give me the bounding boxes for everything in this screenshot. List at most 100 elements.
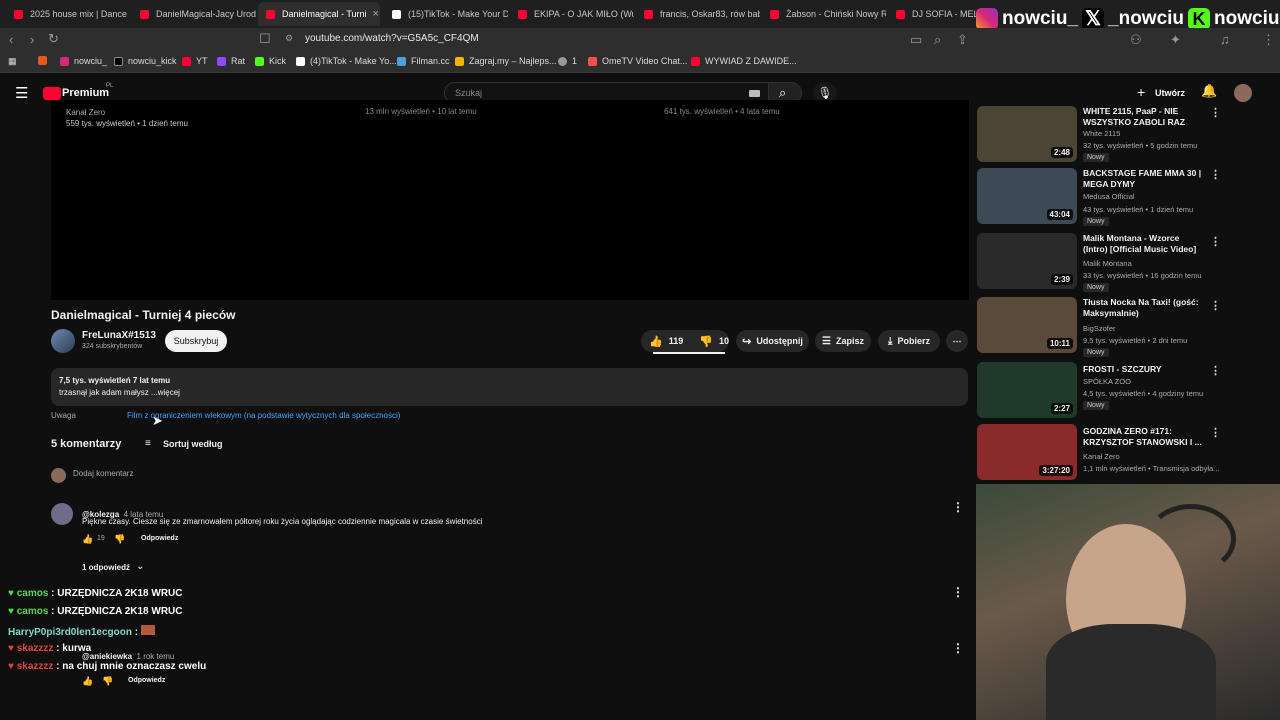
video-thumbnail[interactable]: 2:27 — [977, 362, 1077, 418]
comment-dislike-icon[interactable]: 👎 — [102, 676, 113, 687]
music-icon[interactable]: ♫ — [1220, 32, 1230, 47]
sort-icon[interactable]: ≡ — [145, 438, 151, 449]
bookmark-item[interactable]: Rat — [217, 56, 245, 66]
save-button[interactable]: ☰ Zapisz — [815, 330, 871, 352]
bookmark-item[interactable]: Kick — [255, 56, 286, 66]
recommended-channel[interactable]: White 2115 — [1083, 129, 1120, 138]
notifications-bell-icon[interactable]: 🔔 — [1201, 83, 1217, 99]
apps-icon[interactable]: ▦ — [8, 56, 17, 67]
recommended-video[interactable]: 2:39 Malik Montana - Wzorce (Intro) [Off… — [977, 233, 1277, 295]
puzzle-icon[interactable]: ✦ — [1170, 32, 1181, 48]
dislike-count[interactable]: 10 — [719, 336, 729, 346]
video-thumbnail[interactable]: 10:11 — [977, 297, 1077, 353]
close-tab-icon[interactable]: × — [373, 8, 379, 20]
comment-like-icon[interactable]: 👍 — [82, 534, 93, 545]
browser-tab[interactable]: 2025 house mix | Dance B — [6, 2, 130, 26]
show-replies-button[interactable]: 1 odpowiedź — [82, 563, 130, 572]
recommended-title[interactable]: BACKSTAGE FAME MMA 30 | MEGA DYMY — [1083, 168, 1203, 190]
recommended-video[interactable]: 10:11 Tłusta Nocka Na Taxi! (gość: Maksy… — [977, 297, 1277, 359]
bookmark-item[interactable]: (4)TikTok - Make Yo... — [296, 56, 397, 66]
browser-tab-active[interactable]: Danielmagical - Turni × — [258, 2, 380, 26]
menu-icon[interactable]: ⋮ — [1262, 32, 1275, 48]
browser-tab[interactable]: francis, Oskar83, rów babc — [636, 2, 760, 26]
video-player[interactable]: Kanał Zero 559 tys. wyświetleń • 1 dzień… — [51, 100, 969, 300]
avatar[interactable] — [1234, 84, 1252, 102]
bookmark-item[interactable] — [38, 56, 52, 65]
recommended-title[interactable]: WHITE 2115, PaaP - NIE WSZYSTKO ZABOLI R… — [1083, 106, 1203, 128]
recommended-title[interactable]: Tłusta Nocka Na Taxi! (gość: Maksymalnie… — [1083, 297, 1203, 319]
logo-text[interactable]: Premium — [62, 87, 109, 99]
description-text[interactable]: trzasnął jak adam małysz ...więcej — [59, 388, 180, 397]
recommended-title[interactable]: FROSTI - SZCZURY — [1083, 364, 1203, 375]
dislike-icon[interactable]: 👎 — [699, 335, 713, 348]
add-comment-input[interactable]: Dodaj komentarz — [73, 469, 133, 478]
comment-more-icon[interactable]: ⋮ — [952, 500, 964, 514]
share-button[interactable]: ↪ Udostępnij — [736, 330, 809, 352]
recommended-channel[interactable]: SPÓŁKA ZOO — [1083, 377, 1131, 386]
browser-tab[interactable]: Żabson - Chiński Nowy Ro — [762, 2, 886, 26]
comment-time[interactable]: 1 rok temu — [137, 652, 175, 661]
recommended-channel[interactable]: Kanał Zero — [1083, 452, 1120, 461]
search-input[interactable]: Szukaj — [455, 88, 482, 98]
url-field[interactable]: youtube.com/watch?v=G5A5c_CF4QM — [305, 33, 479, 47]
more-actions-button[interactable]: ⋯ — [946, 330, 968, 352]
video-thumbnail[interactable]: 2:39 — [977, 233, 1077, 289]
bookmark-item[interactable]: Zagraj.my – Najleps... — [455, 56, 557, 66]
extension-icon[interactable]: ⚇ — [1130, 32, 1142, 48]
like-icon[interactable]: 👍 — [649, 335, 663, 348]
browser-tab[interactable]: (15)TikTok - Make Your Da — [384, 2, 508, 26]
bookmark-item[interactable]: nowciu_ — [60, 56, 107, 66]
bookmark-item[interactable]: OmeTV Video Chat... — [588, 56, 687, 66]
recommended-title[interactable]: GODZINA ZERO #171: KRZYSZTOF STANOWSKI I… — [1083, 426, 1203, 448]
like-count[interactable]: 119 — [669, 336, 684, 346]
more-icon[interactable]: ⋮ — [1210, 235, 1221, 248]
zoom-icon[interactable]: ⌕ — [934, 32, 941, 48]
reply-button[interactable]: Odpowiedz — [128, 677, 165, 684]
comment-like-icon[interactable]: 👍 — [82, 676, 93, 687]
more-icon[interactable]: ⋮ — [1210, 299, 1221, 312]
recommended-video[interactable]: 2:27 FROSTI - SZCZURY SPÓŁKA ZOO 4,5 tys… — [977, 362, 1277, 424]
comment-more-icon[interactable]: ⋮ — [952, 585, 964, 599]
subscribe-button[interactable]: Subskrybuj — [165, 330, 227, 352]
bookmark-item[interactable]: Filman.cc — [397, 56, 450, 66]
recommended-video[interactable]: 3:27:20 GODZINA ZERO #171: KRZYSZTOF STA… — [977, 424, 1277, 486]
recommended-channel[interactable]: BigSzofer — [1083, 324, 1116, 333]
bookmark-item[interactable]: WYWIAD Z DAWIDE... — [691, 56, 797, 66]
keyboard-icon[interactable] — [749, 90, 760, 97]
youtube-logo-icon[interactable] — [43, 87, 61, 100]
bookmark-icon[interactable]: ☐ — [259, 31, 271, 47]
recommended-channel[interactable]: Medusa Official — [1083, 192, 1135, 201]
more-icon[interactable]: ⋮ — [1210, 168, 1221, 181]
age-restriction-link[interactable]: Film z ograniczeniem wiekowym (na podsta… — [127, 411, 400, 420]
reply-button[interactable]: Odpowiedz — [141, 535, 178, 542]
comment-more-icon[interactable]: ⋮ — [952, 641, 964, 655]
recommended-channel[interactable]: Malik Montana — [1083, 259, 1132, 268]
forward-icon[interactable]: › — [30, 32, 34, 47]
reload-icon[interactable]: ↻ — [48, 31, 59, 47]
chevron-down-icon[interactable]: ⌄ — [136, 561, 144, 572]
recommended-title[interactable]: Malik Montana - Wzorce (Intro) [Official… — [1083, 233, 1203, 255]
download-button[interactable]: ⤓ Pobierz — [878, 330, 940, 352]
comment-dislike-icon[interactable]: 👎 — [114, 534, 125, 545]
channel-name[interactable]: FreLunaX#1513 — [82, 330, 156, 341]
more-icon[interactable]: ⋮ — [1210, 364, 1221, 377]
site-info-icon[interactable]: ⚙ — [285, 33, 293, 44]
more-icon[interactable]: ⋮ — [1210, 426, 1221, 439]
create-button[interactable]: Utwórz — [1155, 88, 1185, 98]
hamburger-menu-icon[interactable]: ☰ — [15, 84, 28, 102]
cast-icon[interactable]: ▭ — [910, 32, 922, 48]
more-icon[interactable]: ⋮ — [1210, 106, 1221, 119]
sort-button[interactable]: Sortuj według — [163, 439, 223, 449]
video-thumbnail[interactable]: 2:48 — [977, 106, 1077, 162]
video-thumbnail[interactable]: 43:04 — [977, 168, 1077, 224]
browser-tab[interactable]: DanielMagical-Jacy Urodz — [132, 2, 256, 26]
bookmark-item[interactable]: nowciu_kick — [114, 56, 177, 66]
share-icon[interactable]: ⇪ — [957, 32, 968, 48]
commenter-avatar[interactable] — [51, 503, 73, 525]
recommended-video[interactable]: 43:04 BACKSTAGE FAME MMA 30 | MEGA DYMY … — [977, 168, 1277, 230]
browser-tab[interactable]: EKIPA - O JAK MIŁO (Wuja — [510, 2, 634, 26]
recommended-video[interactable]: 2:48 WHITE 2115, PaaP - NIE WSZYSTKO ZAB… — [977, 106, 1277, 168]
description-box[interactable]: 7,5 tys. wyświetleń 7 lat temu trzasnął … — [51, 368, 968, 406]
video-thumbnail[interactable]: 3:27:20 — [977, 424, 1077, 480]
back-icon[interactable]: ‹ — [9, 32, 13, 47]
